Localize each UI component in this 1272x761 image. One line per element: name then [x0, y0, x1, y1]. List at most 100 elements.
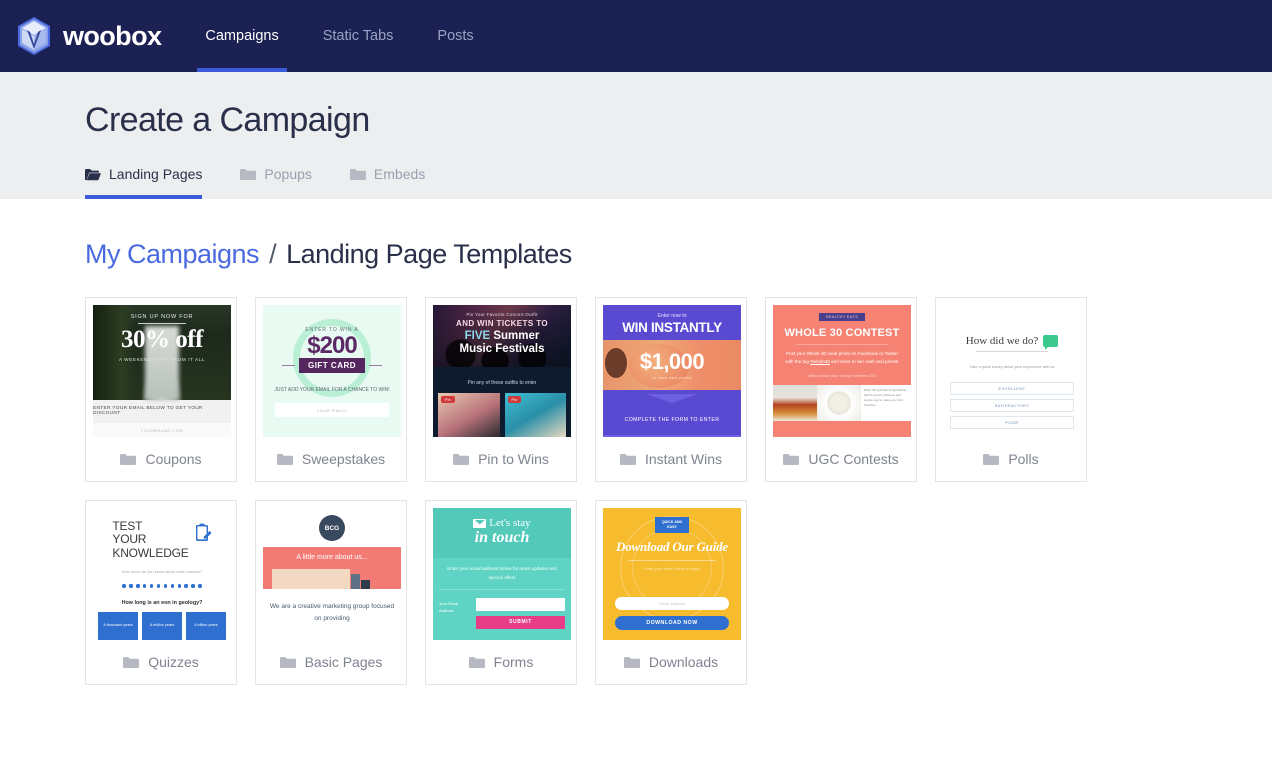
download-now-button[interactable]: DOWNLOAD NOW	[615, 615, 729, 630]
template-name: Quizzes	[148, 654, 199, 670]
folder-icon	[468, 656, 485, 668]
quiz-answer[interactable]: A thousand years	[98, 611, 138, 640]
preview-eyebrow: Pin Your Favorite Concert Outfit	[466, 312, 538, 317]
preview-cta: COMPLETE THE FORM TO ENTER	[624, 417, 720, 423]
template-card-label: Instant Wins	[603, 437, 739, 481]
preview-headline: WIN INSTANTLY	[622, 320, 722, 335]
preview-body-tag: #whole30	[810, 359, 830, 365]
breadcrumb-link-my-campaigns[interactable]: My Campaigns	[85, 239, 260, 270]
folder-icon	[983, 453, 1000, 465]
nav-item-campaigns[interactable]: Campaigns	[183, 0, 300, 72]
quiz-answer[interactable]: A billion years	[186, 611, 226, 640]
preview-body: Enter your email address below for news …	[447, 565, 557, 580]
email-input[interactable]	[476, 597, 565, 611]
preview-eyebrow: Enter now to	[657, 313, 687, 319]
template-thumbnail: TEST YOUR KNOWLEDGE How much do you know…	[93, 508, 231, 640]
template-card-coupons[interactable]: SIGN UP NOW FOR 30% off A WEEKEND AWAY F…	[85, 297, 237, 482]
envelope-icon	[473, 518, 487, 528]
template-name: Downloads	[648, 654, 719, 670]
preview-line3: Music Festivals	[459, 343, 545, 356]
preview-subtitle: Take a quick survey about your experienc…	[969, 365, 1055, 369]
brand[interactable]: woobox	[16, 0, 183, 72]
template-thumbnail: QUICK AND EASY Download Our Guide Enter y…	[603, 508, 741, 640]
template-card-label: Basic Pages	[263, 640, 399, 684]
folder-icon	[240, 168, 257, 180]
poll-option[interactable]: POOR	[950, 416, 1074, 429]
preview-line2a: FIVE	[464, 330, 491, 342]
preview-input-placeholder: YOUR EMAIL	[316, 407, 348, 413]
template-name: Coupons	[145, 451, 202, 467]
tab-landing-pages[interactable]: Landing Pages	[85, 166, 216, 199]
preview-line1: AND WIN TICKETS TO	[456, 319, 548, 328]
template-thumbnail: SIGN UP NOW FOR 30% off A WEEKEND AWAY F…	[93, 305, 231, 437]
preview-badge: HEALTHY EATS	[818, 313, 866, 321]
tab-popups[interactable]: Popups	[240, 166, 325, 199]
preview-line1: TEST	[112, 519, 143, 533]
template-card-basic-pages[interactable]: BCG A little more about us... We are a c…	[255, 500, 407, 685]
template-card-label: Pin to Wins	[433, 437, 569, 481]
template-card-label: Downloads	[603, 640, 739, 684]
email-input[interactable]: Email Address	[615, 596, 729, 610]
template-thumbnail: Let's stay in touch Enter your email add…	[433, 508, 571, 640]
tab-embeds[interactable]: Embeds	[349, 166, 439, 199]
poll-option[interactable]: EXCELLENT	[950, 382, 1074, 395]
template-card-label: Polls	[943, 437, 1079, 481]
preview-headline: WHOLE 30 CONTEST	[784, 327, 900, 339]
template-name: Polls	[1008, 451, 1039, 467]
template-thumbnail: Pin Your Favorite Concert Outfit AND WIN…	[433, 305, 571, 437]
preview-band-text: A little more about us...	[296, 554, 368, 561]
preview-badge-b: EASY	[667, 524, 677, 529]
tab-label: Landing Pages	[109, 166, 203, 182]
folder-icon	[623, 656, 640, 668]
template-name: UGC Contests	[808, 451, 899, 467]
template-card-label: Coupons	[93, 437, 229, 481]
template-name: Basic Pages	[304, 654, 383, 670]
quiz-answer[interactable]: A million years	[142, 611, 182, 640]
folder-icon	[276, 453, 293, 465]
template-card-sweepstakes[interactable]: ENTER TO WIN A $200 GIFT CARD JUST ADD Y…	[255, 297, 407, 482]
preview-amount-sub: in cash and prizes	[652, 375, 692, 380]
category-tabs: Landing Pages Popups Embeds	[85, 166, 463, 199]
preview-field-label: Your Email Address	[439, 600, 459, 613]
submit-button[interactable]: SUBMIT	[476, 615, 565, 629]
template-name: Pin to Wins	[478, 451, 549, 467]
preview-headline: Download Our Guide	[616, 538, 728, 554]
top-navbar: woobox Campaigns Static Tabs Posts	[0, 0, 1272, 72]
folder-icon	[279, 656, 296, 668]
template-grid: SIGN UP NOW FOR 30% off A WEEKEND AWAY F…	[85, 297, 1195, 685]
preview-line2: in touch	[474, 529, 530, 546]
preview-strip: ENTER YOUR EMAIL BELOW TO GET YOUR DISCO…	[93, 406, 203, 416]
template-card-polls[interactable]: How did we do? Take a quick survey about…	[935, 297, 1087, 482]
preview-badge: GIFT CARD	[298, 358, 366, 374]
template-card-quizzes[interactable]: TEST YOUR KNOWLEDGE How much do you know…	[85, 500, 237, 685]
nav-item-posts[interactable]: Posts	[415, 0, 495, 72]
page-header: Create a Campaign Landing Pages Popups E…	[0, 72, 1272, 199]
template-card-pin-to-wins[interactable]: Pin Your Favorite Concert Outfit AND WIN…	[425, 297, 577, 482]
preview-caption: Enter this gift based ingredients, fast …	[861, 384, 911, 421]
pin-button[interactable]: Pin	[441, 396, 455, 403]
folder-icon	[349, 168, 366, 180]
preview-eyebrow: SIGN UP NOW FOR	[130, 314, 194, 320]
tab-label: Embeds	[373, 166, 426, 182]
template-card-label: UGC Contests	[773, 437, 909, 481]
preview-line2b: Summer	[493, 330, 540, 342]
preview-line1: Let's stay	[489, 517, 531, 529]
template-card-downloads[interactable]: QUICK AND EASY Download Our Guide Enter y…	[595, 500, 747, 685]
nav-item-static-tabs[interactable]: Static Tabs	[301, 0, 416, 72]
folder-icon	[453, 453, 470, 465]
tab-label: Popups	[264, 166, 312, 182]
pin-button[interactable]: Pin	[507, 396, 522, 403]
template-thumbnail: How did we do? Take a quick survey about…	[943, 305, 1081, 437]
breadcrumb-current: Landing Page Templates	[286, 239, 572, 269]
poll-option[interactable]: SATISFACTORY	[950, 399, 1074, 412]
template-card-label: Sweepstakes	[263, 437, 399, 481]
preview-note: JUST ADD YOUR EMAIL FOR A CHANCE TO WIN!	[274, 387, 390, 394]
template-card-instant-wins[interactable]: Enter now to WIN INSTANTLY $1,000 in cas…	[595, 297, 747, 482]
template-card-ugc-contests[interactable]: HEALTHY EATS WHOLE 30 CONTEST Post your …	[765, 297, 917, 482]
preview-line2: YOUR	[112, 532, 147, 547]
template-name: Sweepstakes	[301, 451, 386, 467]
template-thumbnail: BCG A little more about us... We are a c…	[263, 508, 401, 640]
template-thumbnail: Enter now to WIN INSTANTLY $1,000 in cas…	[603, 305, 741, 437]
preview-subtitle: Enter your email below to begin	[643, 565, 701, 571]
template-card-forms[interactable]: Let's stay in touch Enter your email add…	[425, 500, 577, 685]
